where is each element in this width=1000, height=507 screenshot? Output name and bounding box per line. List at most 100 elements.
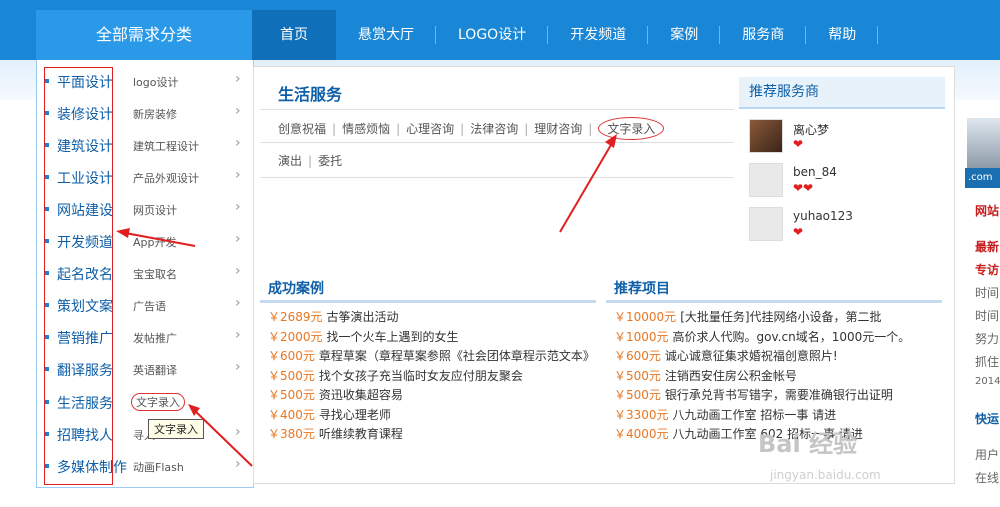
annotation-highlight-box — [44, 67, 113, 485]
case-text[interactable]: 找一个火车上遇到的女生 — [327, 330, 459, 344]
subcategory-label[interactable]: 网页设计 — [133, 202, 177, 218]
case-text[interactable]: 古筝演出活动 — [327, 310, 399, 324]
chevron-right-icon: › — [235, 456, 241, 472]
link-finance-consult[interactable]: 理财咨询 — [534, 120, 582, 137]
case-item[interactable]: ￥400元 寻找心理老师 — [260, 406, 596, 426]
project-price: ￥500元 — [614, 368, 661, 383]
link-creative-blessing[interactable]: 创意祝福 — [278, 120, 326, 137]
case-item[interactable]: ￥500元 找个女孩子充当临时女友应付朋友聚会 — [260, 367, 596, 387]
project-item[interactable]: ￥500元 银行承兑背书写错字，需要准确银行出证明 — [606, 386, 942, 406]
provider-item[interactable]: yuhao123 ❤ — [749, 207, 939, 247]
subcategory-label[interactable]: 新房装修 — [133, 106, 177, 122]
subcategory-label[interactable]: 发帖推广 — [133, 330, 177, 346]
case-text[interactable]: 资迅收集超容易 — [319, 388, 403, 402]
recommended-projects: 推荐项目 ￥10000元 [大批量任务]代挂网络小设备，第二批 ￥1000元 高价求… — [606, 277, 942, 445]
sidebar-text: 2014 — [975, 376, 1000, 387]
separator: | — [460, 122, 465, 136]
link-legal-consult[interactable]: 法律咨询 — [470, 120, 518, 137]
sidebar-text[interactable]: 时间 — [975, 307, 999, 324]
watermark: Bai 经验 — [758, 430, 858, 458]
link-psych-consult[interactable]: 心理咨询 — [406, 120, 454, 137]
case-price: ￥500元 — [268, 388, 315, 402]
project-item[interactable]: ￥500元 注销西安住房公积金帐号 — [606, 367, 942, 387]
subcategory-label[interactable]: 产品外观设计 — [133, 170, 199, 186]
avatar[interactable] — [749, 207, 783, 241]
project-text[interactable]: [大批量任务]代挂网络小设备，第二批 — [680, 310, 881, 324]
project-item[interactable]: ￥3300元 八九动画工作室 招标一事 请进 — [606, 406, 942, 426]
subcategory-label[interactable]: 广告语 — [133, 298, 166, 314]
subcategory-label[interactable]: App开发 — [133, 234, 177, 250]
project-price: ￥3300元 — [614, 407, 669, 422]
link-performance[interactable]: 演出 — [278, 154, 302, 168]
case-item[interactable]: ￥2689元 古筝演出活动 — [260, 308, 596, 328]
sidebar-text[interactable]: 用户 — [975, 446, 999, 463]
link-commission[interactable]: 委托 — [318, 154, 342, 168]
nav-bounty-hall[interactable]: 悬赏大厅 — [336, 10, 436, 60]
project-item[interactable]: ￥1000元 高价求人代购。gov.cn域名，1000元一个。 — [606, 328, 942, 348]
case-item[interactable]: ￥2000元 找一个火车上遇到的女生 — [260, 328, 596, 348]
sidebar-text[interactable]: 最新 — [975, 238, 999, 255]
project-text[interactable]: 八九动画工作室 招标一事 请进 — [673, 408, 837, 422]
project-text[interactable]: 银行承兑背书写错字，需要准确银行出证明 — [665, 388, 893, 402]
provider-name[interactable]: 离心梦 — [793, 121, 829, 138]
separator: | — [588, 122, 593, 136]
case-item[interactable]: ￥600元 章程草案（章程草案参照《社会团体章程示范文本》 — [260, 347, 596, 367]
case-text[interactable]: 听维续教育课程 — [319, 427, 403, 441]
avatar[interactable] — [749, 119, 783, 153]
success-cases-title: 成功案例 — [260, 277, 596, 303]
project-text[interactable]: 高价求人代购。gov.cn域名，1000元一个。 — [673, 330, 911, 344]
heart-icon: ❤ — [793, 137, 804, 151]
project-item[interactable]: ￥600元 诚心诚意征集求婚祝福创意照片! — [606, 347, 942, 367]
provider-name[interactable]: yuhao123 — [793, 209, 853, 223]
project-text[interactable]: 注销西安住房公积金帐号 — [665, 369, 797, 383]
nav-cases[interactable]: 案例 — [648, 10, 721, 60]
subcategory-label[interactable]: 宝宝取名 — [133, 266, 177, 282]
project-item[interactable]: ￥10000元 [大批量任务]代挂网络小设备，第二批 — [606, 308, 942, 328]
case-item[interactable]: ￥500元 资迅收集超容易 — [260, 386, 596, 406]
case-item[interactable]: ￥380元 听维续教育课程 — [260, 425, 596, 445]
sidebar-text[interactable]: 努力 — [975, 330, 999, 347]
subcategory-label[interactable]: 英语翻译 — [133, 362, 177, 378]
subcategory-label[interactable]: 动画Flash — [133, 459, 184, 475]
subcategory-label[interactable]: 文字录入 — [131, 393, 185, 411]
life-service-dropdown: 生活服务 创意祝福 | 情感烦恼 | 心理咨询 | 法律咨询 | 理财咨询 | 文字录入 演出 | 委托… — [253, 66, 955, 484]
project-price: ￥600元 — [614, 349, 661, 363]
project-text[interactable]: 诚心诚意征集求婚祝福创意照片! — [665, 349, 838, 363]
case-price: ￥400元 — [268, 407, 315, 422]
case-text[interactable]: 寻找心理老师 — [319, 408, 391, 422]
sidebar-text[interactable]: 专访 — [975, 261, 999, 278]
nav-dev-channel[interactable]: 开发频道 — [548, 10, 649, 60]
subcategory-label[interactable]: 建筑工程设计 — [133, 138, 199, 154]
avatar[interactable] — [749, 163, 783, 197]
sidebar-text[interactable]: 抓住 — [975, 353, 999, 370]
project-price: ￥4000元 — [614, 427, 669, 441]
life-service-links: 创意祝福 | 情感烦恼 | 心理咨询 | 法律咨询 | 理财咨询 | 文字录入 — [278, 117, 665, 140]
chevron-right-icon: › — [235, 103, 241, 119]
nav-logo-design[interactable]: LOGO设计 — [436, 10, 549, 60]
chevron-right-icon: › — [235, 327, 241, 343]
sidebar-text[interactable]: 快运 — [975, 410, 999, 427]
case-price: ￥2000元 — [268, 329, 323, 344]
chevron-right-icon: › — [235, 263, 241, 279]
nav-providers[interactable]: 服务商 — [720, 10, 807, 60]
sidebar-text[interactable]: 时间 — [975, 284, 999, 301]
link-text-entry[interactable]: 文字录入 — [598, 117, 665, 140]
provider-item[interactable]: ben_84 ❤❤ — [749, 163, 939, 203]
case-price: ￥500元 — [268, 368, 315, 383]
case-text[interactable]: 找个女孩子充当临时女友应付朋友聚会 — [319, 369, 523, 383]
case-price: ￥380元 — [268, 427, 315, 441]
separator: | — [524, 122, 529, 136]
link-emotional-trouble[interactable]: 情感烦恼 — [342, 120, 390, 137]
domain-tag: .com — [965, 168, 1000, 188]
nav-home[interactable]: 首页 — [252, 10, 336, 60]
provider-name[interactable]: ben_84 — [793, 165, 837, 179]
sidebar-text[interactable]: 在线 — [975, 469, 999, 486]
divider — [260, 142, 734, 143]
case-text[interactable]: 章程草案（章程草案参照《社会团体章程示范文本》 — [319, 349, 595, 363]
sidebar-text[interactable]: 网站 — [975, 202, 999, 219]
all-categories-title[interactable]: 全部需求分类 — [36, 10, 252, 60]
nav-help[interactable]: 帮助 — [806, 10, 879, 60]
subcategory-label[interactable]: logo设计 — [133, 74, 179, 90]
watermark-url: jingyan.baidu.com — [770, 468, 881, 482]
provider-item[interactable]: 离心梦 ❤ — [749, 119, 939, 159]
